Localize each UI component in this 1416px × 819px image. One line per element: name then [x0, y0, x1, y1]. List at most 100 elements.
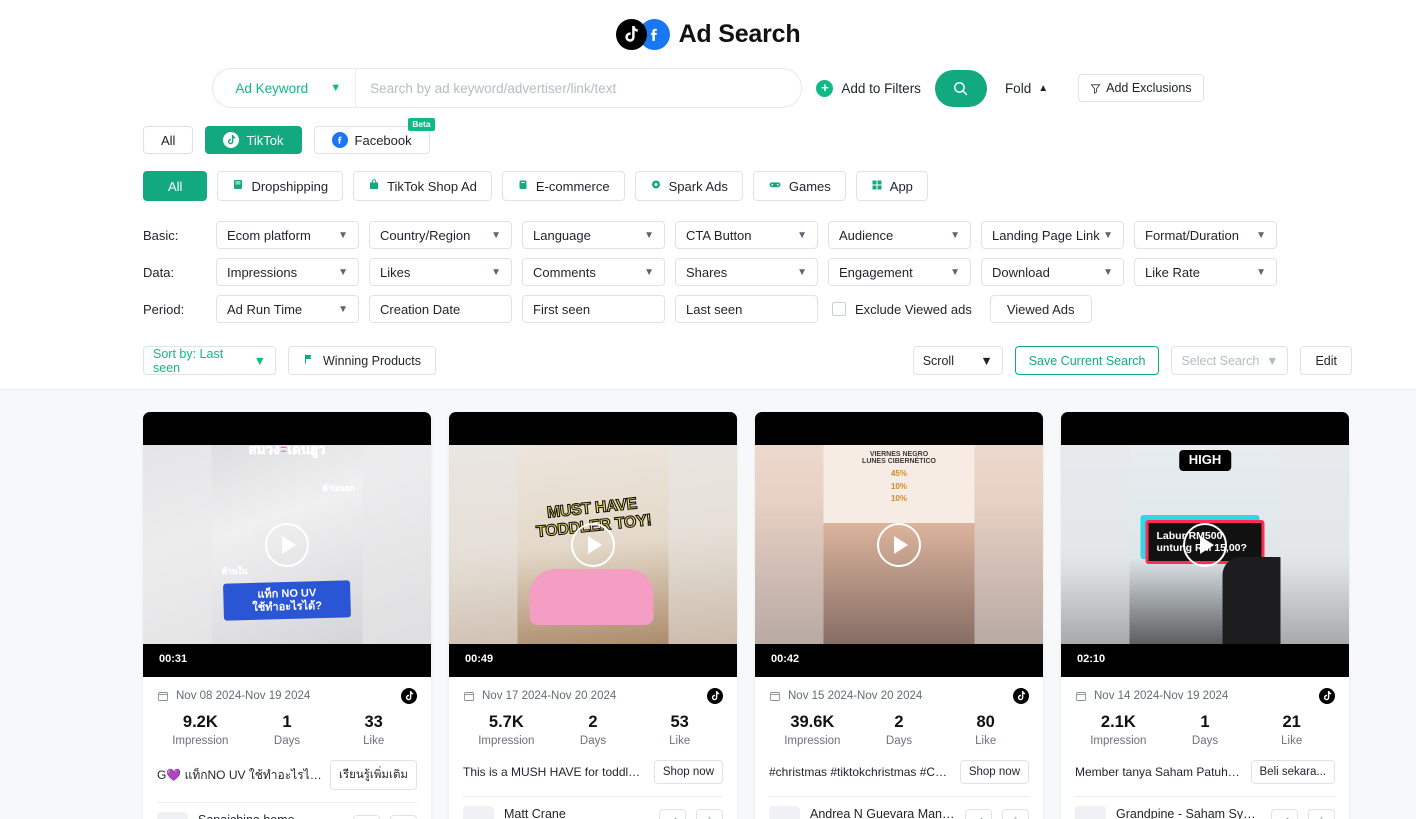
- advertiser-name[interactable]: Sapaichina home: [198, 813, 343, 819]
- add-to-filters-button[interactable]: + Add to Filters: [816, 79, 921, 97]
- play-button[interactable]: [265, 522, 309, 567]
- analytics-button[interactable]: [1271, 809, 1298, 819]
- ad-cta-button[interactable]: Shop now: [653, 760, 723, 784]
- ad-text-row: This is a MUSH HAVE for toddlers... Shop…: [463, 760, 723, 784]
- stat-days-label: Days: [273, 735, 301, 747]
- advertiser-name[interactable]: Grandpine - Saham Syariah: [1116, 807, 1261, 819]
- filter-last-seen[interactable]: Last seen: [675, 295, 818, 323]
- ad-card[interactable]: HIGH Labur RM500 untung RM 15,00? 02:10: [1061, 412, 1349, 819]
- letterbox-top: [143, 412, 431, 445]
- analytics-button[interactable]: [965, 809, 992, 819]
- filter-row-data-label: Data:: [143, 264, 175, 280]
- filter-ad-run-time[interactable]: Ad Run Time ▼: [216, 295, 359, 323]
- tiktok-logo-icon: [615, 18, 647, 50]
- keyword-type-dropdown[interactable]: Ad Keyword ▼: [213, 69, 357, 107]
- winning-products-button[interactable]: Winning Products: [288, 346, 436, 375]
- category-tab-games[interactable]: Games: [752, 171, 846, 201]
- fold-button[interactable]: Fold ▲: [1005, 81, 1048, 96]
- platform-tab-tiktok[interactable]: TikTok: [205, 126, 302, 154]
- platform-tab-all[interactable]: All: [143, 126, 194, 154]
- chevron-down-icon: ▼: [253, 353, 266, 368]
- video-duration: 00:49: [460, 651, 499, 667]
- tiktok-icon: [1319, 688, 1335, 704]
- platform-tab-facebook[interactable]: Facebook Beta: [313, 118, 435, 154]
- filter-format-duration[interactable]: Format/Duration ▼: [1134, 221, 1277, 249]
- category-tab-dropshipping[interactable]: Dropshipping: [217, 171, 344, 201]
- favorite-button[interactable]: [1308, 809, 1335, 819]
- favorite-button[interactable]: [696, 809, 723, 819]
- filter-comments[interactable]: Comments ▼: [522, 258, 665, 286]
- overlay-text-box: แท็ก NO UV ใช้ทำอะไรได้?: [223, 580, 351, 621]
- ad-thumbnail[interactable]: สมวง=เดนยูว ด้านนอก ด้านใน แท็ก NO UV ใช…: [143, 412, 431, 677]
- grid-icon: [871, 179, 883, 194]
- tiktok-icon: [401, 688, 417, 704]
- filter-creation-date[interactable]: Creation Date: [369, 295, 512, 323]
- exclude-viewed-ads-checkbox-group[interactable]: Exclude Viewed ads: [832, 302, 972, 317]
- ad-card[interactable]: สมวง=เดนยูว ด้านนอก ด้านใน แท็ก NO UV ใช…: [143, 412, 431, 819]
- filter-engagement[interactable]: Engagement ▼: [828, 258, 971, 286]
- analytics-button[interactable]: [659, 809, 686, 819]
- filter-impressions[interactable]: Impressions ▼: [216, 258, 359, 286]
- edit-label: Edit: [1315, 353, 1337, 368]
- filter-likes[interactable]: Likes ▼: [369, 258, 512, 286]
- category-tab-ecommerce[interactable]: E-commerce: [501, 171, 625, 201]
- stat-days-value: 2: [894, 713, 904, 731]
- category-tab-spark-ads[interactable]: Spark Ads: [634, 171, 743, 201]
- letterbox-top: [449, 412, 737, 445]
- advertiser-row: Sapaichina home (1): [157, 803, 417, 819]
- filter-language[interactable]: Language ▼: [522, 221, 665, 249]
- filter-audience[interactable]: Audience ▼: [828, 221, 971, 249]
- play-button[interactable]: [571, 522, 615, 567]
- viewed-ads-button[interactable]: Viewed Ads: [989, 295, 1092, 323]
- ad-cta-button[interactable]: เรียนรู้เพิ่มเติม: [330, 760, 417, 790]
- favorite-button[interactable]: [390, 815, 417, 819]
- box-icon: [232, 178, 244, 194]
- stat-days: 2 Days: [550, 713, 637, 747]
- filter-landing-page-link[interactable]: Landing Page Link ▼: [981, 221, 1124, 249]
- search-button[interactable]: [934, 69, 987, 107]
- ad-thumbnail[interactable]: MUST HAVE TODDLER TOY! 00:49: [449, 412, 737, 677]
- select-search-dropdown[interactable]: Select Search ▼: [1171, 346, 1289, 375]
- filter-ecom-platform[interactable]: Ecom platform ▼: [216, 221, 359, 249]
- chevron-down-icon: ▼: [330, 82, 342, 94]
- sort-by-dropdown[interactable]: Sort by: Last seen ▼: [143, 346, 276, 375]
- star-icon: [1320, 816, 1323, 819]
- scroll-mode-dropdown[interactable]: Scroll ▼: [912, 346, 1003, 375]
- promo-banner: VIERNES NEGRO LUNES CIBERNÉTICO 45% 10% …: [823, 445, 975, 523]
- filter-cta-button[interactable]: CTA Button ▼: [675, 221, 818, 249]
- stat-impression: 39.6K Impression: [769, 713, 856, 747]
- stat-days-value: 1: [282, 713, 292, 731]
- ad-thumbnail[interactable]: VIERNES NEGRO LUNES CIBERNÉTICO 45% 10% …: [755, 412, 1043, 677]
- advertiser-name[interactable]: Andrea N Guevara Manos...: [810, 807, 955, 819]
- filter-first-seen[interactable]: First seen: [522, 295, 665, 323]
- category-tab-all[interactable]: All: [143, 171, 208, 201]
- analytics-button[interactable]: [353, 815, 380, 819]
- category-tab-app[interactable]: App: [855, 171, 928, 201]
- exclude-viewed-ads-checkbox[interactable]: [832, 302, 846, 316]
- play-button[interactable]: [877, 522, 921, 567]
- advertiser-name[interactable]: Matt Crane: [504, 807, 649, 819]
- category-tab-tiktok-shop-ad[interactable]: TikTok Shop Ad: [353, 171, 492, 201]
- filter-country-region[interactable]: Country/Region ▼: [369, 221, 512, 249]
- chevron-down-icon: ▼: [338, 303, 348, 315]
- edit-button[interactable]: Edit: [1300, 346, 1352, 375]
- filter-download[interactable]: Download ▼: [981, 258, 1124, 286]
- filter-shares[interactable]: Shares ▼: [675, 258, 818, 286]
- favorite-button[interactable]: [1002, 809, 1029, 819]
- ad-date-range-group: Nov 08 2024-Nov 19 2024: [157, 690, 310, 702]
- stat-like: 80 Like: [942, 713, 1029, 747]
- chevron-down-icon: ▼: [644, 229, 654, 241]
- ad-card[interactable]: MUST HAVE TODDLER TOY! 00:49 Nov 17 2024…: [449, 412, 737, 819]
- add-exclusions-button[interactable]: Add Exclusions: [1078, 74, 1204, 102]
- search-input[interactable]: [356, 70, 802, 106]
- ad-thumbnail[interactable]: HIGH Labur RM500 untung RM 15,00? 02:10: [1061, 412, 1349, 677]
- filter-like-rate[interactable]: Like Rate ▼: [1134, 258, 1277, 286]
- select-search-placeholder: Select Search: [1181, 353, 1260, 368]
- save-current-search-button[interactable]: Save Current Search: [1014, 346, 1160, 375]
- play-button[interactable]: [1183, 522, 1227, 567]
- ad-cta-button[interactable]: Shop now: [959, 760, 1029, 784]
- ad-stats: 9.2K Impression 1 Days 33 Like: [157, 713, 417, 747]
- platform-tab-all-label: All: [161, 132, 176, 148]
- ad-card[interactable]: VIERNES NEGRO LUNES CIBERNÉTICO 45% 10% …: [755, 412, 1043, 819]
- ad-cta-button[interactable]: Beli sekara...: [1250, 760, 1335, 784]
